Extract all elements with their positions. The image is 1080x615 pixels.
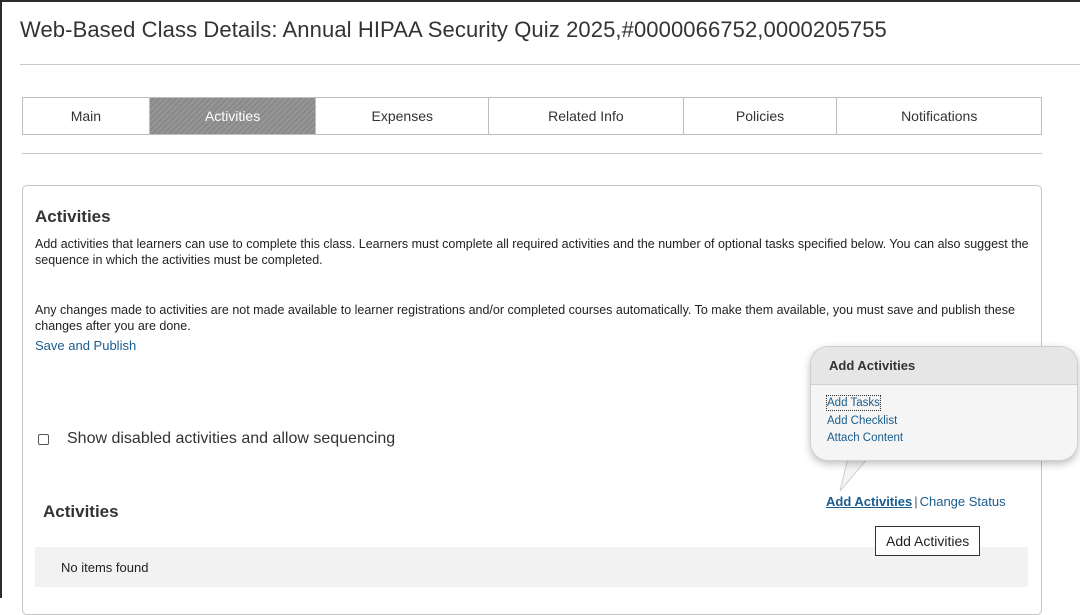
publish-notice: Any changes made to activities are not m…	[35, 303, 1015, 333]
show-disabled-checkbox[interactable]	[38, 433, 49, 445]
activity-actions: Add Activities | Change Status	[826, 494, 1006, 509]
activities-list-heading: Activities	[43, 502, 119, 521]
tab-policies[interactable]: Policies	[683, 98, 838, 134]
save-and-publish-link[interactable]: Save and Publish	[35, 338, 136, 353]
popover-title: Add Activities	[811, 347, 1077, 385]
show-disabled-row: Show disabled activities and allow seque…	[38, 430, 395, 448]
empty-list-message: No items found	[61, 559, 149, 575]
activities-description: Add activities that learners can use to …	[35, 237, 1029, 267]
tab-expenses[interactable]: Expenses	[316, 98, 490, 134]
show-disabled-label[interactable]: Show disabled activities and allow seque…	[67, 430, 395, 448]
tab-notifications[interactable]: Notifications	[837, 98, 1041, 134]
attach-content-menu-item[interactable]: Attach Content	[827, 430, 1077, 447]
popover-pointer	[839, 458, 869, 492]
page-title: Web-Based Class Details: Annual HIPAA Se…	[20, 17, 887, 42]
link-separator: |	[914, 494, 918, 509]
tabs-divider	[22, 153, 1042, 154]
add-tasks-menu-item[interactable]: Add Tasks	[826, 395, 881, 411]
title-divider	[20, 64, 1080, 65]
add-checklist-menu-item[interactable]: Add Checklist	[827, 413, 1077, 430]
add-activities-tooltip: Add Activities	[875, 526, 981, 556]
tab-related-info[interactable]: Related Info	[489, 98, 684, 134]
tab-bar: Main Activities Expenses Related Info Po…	[22, 97, 1042, 135]
add-activities-link[interactable]: Add Activities	[826, 494, 912, 509]
tab-main[interactable]: Main	[23, 98, 150, 134]
change-status-link[interactable]: Change Status	[920, 494, 1006, 509]
add-activities-popover: Add Activities Add Tasks Add Checklist A…	[810, 346, 1078, 461]
activities-section-heading: Activities	[35, 207, 111, 226]
tab-activities[interactable]: Activities	[149, 98, 317, 134]
popover-menu: Add Tasks Add Checklist Attach Content	[811, 385, 1077, 447]
